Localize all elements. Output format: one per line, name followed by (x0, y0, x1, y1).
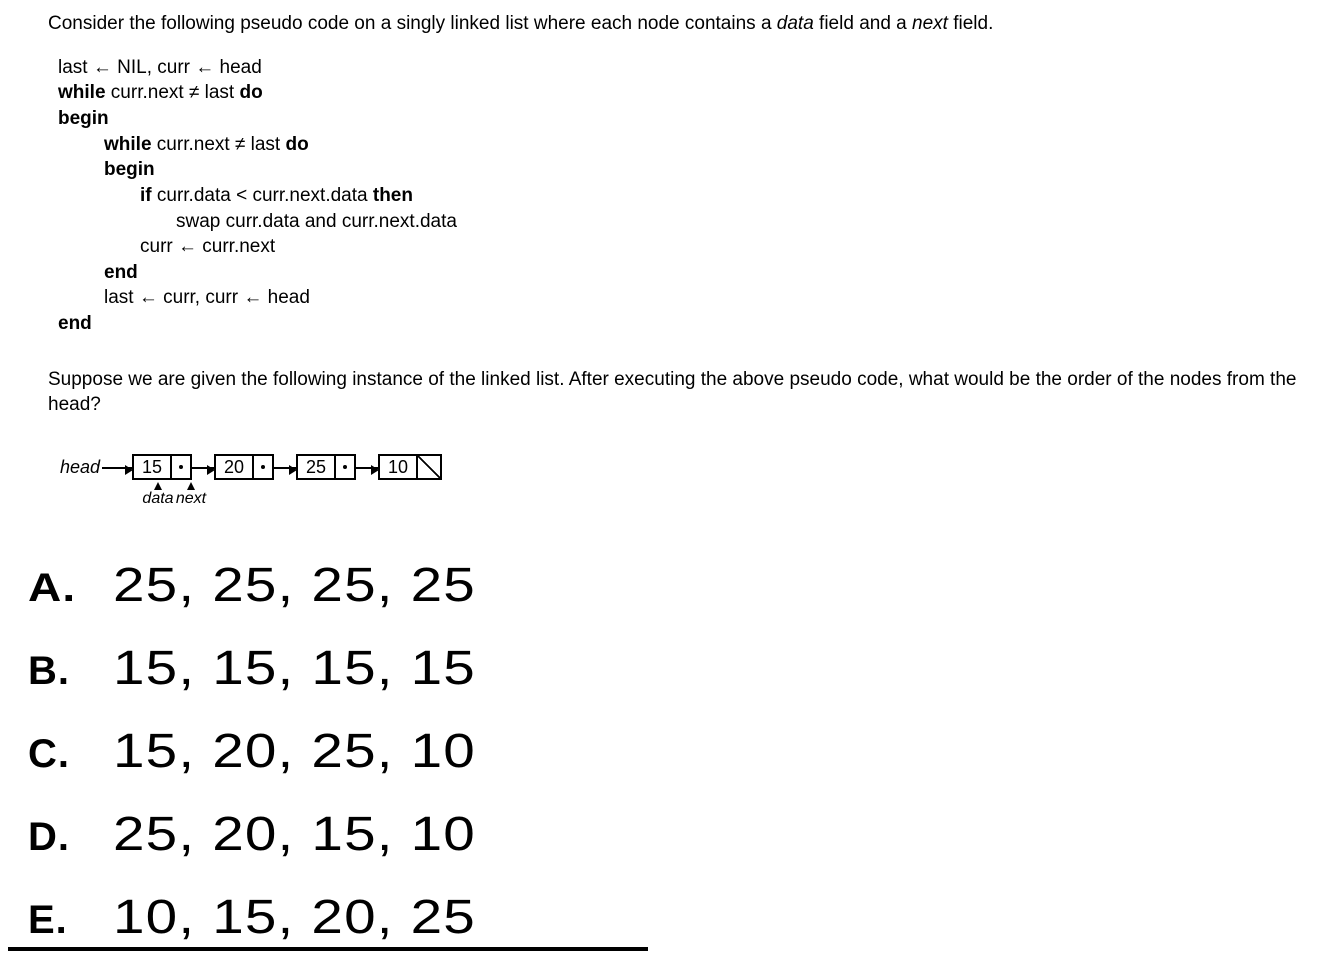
next-field-label: next (180, 482, 202, 508)
pseudo-line: begin (58, 157, 1328, 183)
answer-text: 10, 15, 20, 25 (113, 890, 476, 945)
pseudo-line: if curr.data < curr.next.data then (58, 183, 1328, 209)
answer-label: B. (28, 649, 113, 694)
code-text: curr.next ≠ last (152, 134, 286, 155)
label-text: data (142, 490, 173, 508)
data-field-label: data (140, 482, 176, 508)
answer-text: 25, 20, 15, 10 (113, 807, 476, 862)
intro-text-1: Consider the following pseudo code on a … (48, 13, 777, 34)
pseudo-line: curr ← curr.next (58, 234, 1328, 260)
answer-option-b[interactable]: B. 15, 15, 15, 15 (28, 641, 1328, 696)
keyword-then: then (373, 185, 413, 206)
node-data: 10 (380, 456, 418, 478)
node-next (336, 456, 354, 478)
list-node: 10 (378, 454, 442, 480)
pseudo-line: last ← NIL, curr ← head (58, 55, 1328, 81)
node-field-labels: data next (140, 482, 1328, 508)
pseudo-line: swap curr.data and curr.next.data (58, 209, 1328, 235)
code-text: curr.next ≠ last (106, 82, 240, 103)
keyword-while: while (58, 82, 106, 103)
keyword-end: end (104, 262, 138, 283)
answer-label: D. (28, 815, 113, 860)
pseudo-line: while curr.next ≠ last do (58, 80, 1328, 106)
answer-option-a[interactable]: A. 25, 25, 25, 25 (28, 558, 1328, 613)
code-text: curr.data < curr.next.data (152, 185, 373, 206)
answer-text: 15, 15, 15, 15 (113, 641, 476, 696)
node-data: 25 (298, 456, 336, 478)
answer-label: E. (28, 898, 113, 943)
question-text: Suppose we are given the following insta… (48, 367, 1328, 418)
pseudo-line: end (58, 311, 1328, 337)
node-next (254, 456, 272, 478)
head-label: head (60, 457, 100, 478)
intro-next-word: next (912, 13, 948, 34)
list-node: 15 (132, 454, 192, 480)
linked-list-row: head 15 20 25 10 (60, 454, 1328, 480)
keyword-while: while (104, 134, 152, 155)
keyword-begin: begin (104, 159, 155, 180)
label-text: next (176, 490, 206, 508)
question-page: Consider the following pseudo code on a … (0, 0, 1328, 951)
answer-text: 15, 20, 25, 10 (113, 724, 476, 779)
question-intro: Consider the following pseudo code on a … (48, 12, 1328, 37)
pseudo-line: last ← curr, curr ← head (58, 285, 1328, 311)
list-node: 20 (214, 454, 274, 480)
arrow-icon (356, 467, 378, 469)
pseudo-line: begin (58, 106, 1328, 132)
pointer-dot-icon (179, 465, 183, 469)
linked-list-diagram: head 15 20 25 10 (60, 454, 1328, 508)
node-data: 20 (216, 456, 254, 478)
bottom-rule (8, 947, 648, 951)
intro-text-3: field. (948, 13, 993, 34)
answer-label: C. (28, 732, 113, 777)
answer-label: A. (28, 566, 126, 611)
pointer-dot-icon (343, 465, 347, 469)
pseudo-line: end (58, 260, 1328, 286)
arrow-icon (274, 467, 296, 469)
pseudo-code-block: last ← NIL, curr ← head while curr.next … (58, 55, 1328, 337)
node-next (172, 456, 190, 478)
keyword-if: if (140, 185, 152, 206)
keyword-do: do (240, 82, 263, 103)
pseudo-line: while curr.next ≠ last do (58, 132, 1328, 158)
answer-option-d[interactable]: D. 25, 20, 15, 10 (28, 807, 1328, 862)
pointer-dot-icon (261, 465, 265, 469)
answer-options: A. 25, 25, 25, 25 B. 15, 15, 15, 15 C. 1… (28, 558, 1328, 951)
up-arrow-icon (187, 482, 195, 490)
up-arrow-icon (154, 482, 162, 490)
keyword-do: do (286, 134, 309, 155)
answer-option-e[interactable]: E. 10, 15, 20, 25 (28, 890, 1328, 945)
answer-option-c[interactable]: C. 15, 20, 25, 10 (28, 724, 1328, 779)
answer-text: 25, 25, 25, 25 (113, 558, 476, 613)
list-node: 25 (296, 454, 356, 480)
arrow-icon (192, 467, 214, 469)
arrow-icon (102, 467, 132, 469)
intro-data-word: data (777, 13, 814, 34)
keyword-end: end (58, 313, 92, 334)
intro-text-2: field and a (814, 13, 912, 34)
keyword-begin: begin (58, 108, 109, 129)
node-next-nil (418, 456, 440, 478)
node-data: 15 (134, 456, 172, 478)
